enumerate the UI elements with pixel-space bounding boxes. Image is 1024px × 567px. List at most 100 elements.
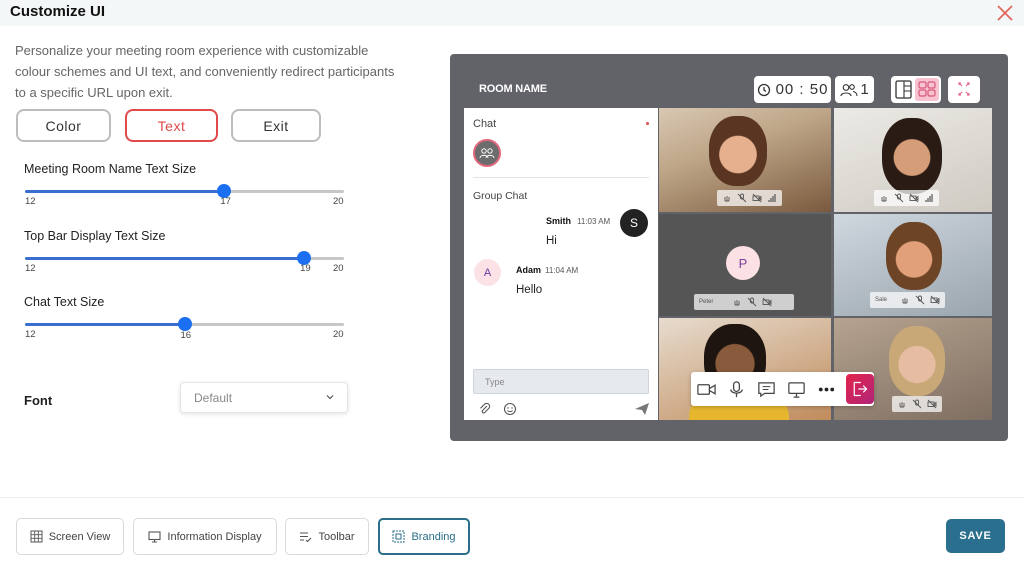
hand-icon xyxy=(902,298,908,304)
chat-title: Chat xyxy=(473,118,497,130)
leave-button[interactable] xyxy=(846,374,874,404)
hand-icon xyxy=(734,300,740,306)
chat-input[interactable]: Type xyxy=(473,369,649,394)
slider-fill xyxy=(25,257,305,260)
monitor-icon xyxy=(148,531,161,543)
top-bar-size-slider[interactable] xyxy=(25,251,344,265)
nav-screen-view[interactable]: Screen View xyxy=(16,518,124,555)
clock-icon xyxy=(757,83,770,96)
tab-color[interactable]: Color xyxy=(16,109,111,142)
nav-label: Screen View xyxy=(48,530,111,543)
group-chat-label: Group Chat xyxy=(473,190,528,202)
send-icon[interactable] xyxy=(634,402,650,416)
tile-controls xyxy=(874,190,939,206)
tab-text[interactable]: Text xyxy=(125,109,218,142)
fullscreen-button[interactable] xyxy=(948,76,980,103)
preview-room-name: ROOM NAME xyxy=(479,83,547,95)
room-name-size-slider[interactable] xyxy=(25,184,344,198)
signal-icon xyxy=(925,194,933,202)
slider-max-label: 20 xyxy=(333,329,344,340)
camera-off-icon xyxy=(762,297,772,307)
mic-off-icon xyxy=(894,193,904,203)
camera-off-icon xyxy=(752,193,762,203)
chevron-down-icon xyxy=(326,395,334,400)
slider-max-label: 20 xyxy=(333,263,344,274)
dialog-title: Customize UI xyxy=(10,3,106,20)
preview-timer: 00 : 50 xyxy=(754,76,831,103)
participant-name: Peter xyxy=(699,299,714,305)
avatar: S xyxy=(620,209,648,237)
grid-icon xyxy=(30,530,43,543)
dialog-header: Customize UI xyxy=(0,0,1024,26)
footer-divider xyxy=(0,497,1024,498)
tab-exit[interactable]: Exit xyxy=(231,109,321,142)
room-name-size-label: Meeting Room Name Text Size xyxy=(24,162,197,176)
microphone-icon[interactable] xyxy=(726,379,747,400)
camera-off-icon xyxy=(909,193,919,203)
chat-icon[interactable] xyxy=(756,379,777,400)
preview-chat-panel: Chat Group Chat Smith 11:03 AM Hi S A Ad… xyxy=(464,108,658,420)
participant-count: 1 xyxy=(835,76,874,103)
emoji-icon[interactable] xyxy=(503,402,517,416)
message-text: Hi xyxy=(546,235,557,247)
slider-value-label: 16 xyxy=(180,330,192,341)
mic-off-icon xyxy=(747,297,757,307)
slider-min-label: 12 xyxy=(25,329,36,340)
branding-icon xyxy=(392,530,405,543)
message-text: Hello xyxy=(516,284,543,296)
video-tile: Sale xyxy=(834,214,992,316)
tile-controls xyxy=(717,190,782,206)
avatar: P xyxy=(726,246,760,280)
tile-controls xyxy=(892,396,942,412)
avatar: A xyxy=(474,259,501,286)
more-icon[interactable] xyxy=(816,379,837,400)
slider-value-label: 19 xyxy=(300,263,311,274)
timer-value: 00 : 50 xyxy=(775,81,829,98)
message-time: 11:03 AM xyxy=(577,217,611,226)
nav-branding[interactable]: Branding xyxy=(378,518,470,555)
chat-text-size-slider[interactable] xyxy=(25,317,344,331)
mic-off-icon xyxy=(912,399,922,409)
chat-text-size-label: Chat Text Size xyxy=(24,295,105,309)
group-icon xyxy=(479,148,495,159)
nav-label: Toolbar xyxy=(318,530,355,543)
slider-handle[interactable] xyxy=(177,317,192,331)
attach-icon[interactable] xyxy=(478,402,492,416)
hand-icon xyxy=(899,402,905,408)
group-chat-avatar[interactable] xyxy=(473,139,501,167)
font-select-value: Default xyxy=(194,391,233,405)
font-select[interactable]: Default xyxy=(180,382,348,413)
chat-close-dot[interactable] xyxy=(646,122,649,125)
camera-off-icon xyxy=(930,295,940,305)
nav-information-display[interactable]: Information Display xyxy=(133,518,277,555)
mic-off-icon xyxy=(737,193,747,203)
close-icon[interactable] xyxy=(994,2,1016,24)
participant-count-value: 1 xyxy=(860,81,869,98)
participant-name: Sale xyxy=(875,297,888,303)
dialog-description: Personalize your meeting room experience… xyxy=(15,43,395,100)
video-tile xyxy=(659,108,831,212)
participants-icon xyxy=(840,83,858,96)
layout-toggle[interactable] xyxy=(891,76,941,103)
hand-icon xyxy=(724,196,730,202)
font-label: Font xyxy=(24,393,53,408)
camera-icon[interactable] xyxy=(696,379,717,400)
tile-controls: Sale xyxy=(870,292,945,308)
slider-fill xyxy=(25,190,225,193)
save-button[interactable]: SAVE xyxy=(946,519,1005,553)
chat-divider xyxy=(473,177,649,178)
top-bar-size-label: Top Bar Display Text Size xyxy=(24,229,166,243)
tile-controls: Peter xyxy=(694,294,794,310)
nav-toolbar[interactable]: Toolbar xyxy=(285,518,369,555)
slider-min-label: 12 xyxy=(25,196,36,207)
slider-min-label: 12 xyxy=(25,263,36,274)
list-check-icon xyxy=(300,532,312,543)
camera-off-icon xyxy=(927,399,937,409)
nav-label: Branding xyxy=(411,530,456,543)
hand-icon xyxy=(881,196,887,202)
video-tile: P Peter xyxy=(659,214,831,316)
screen-share-icon[interactable] xyxy=(786,379,807,400)
slider-value-label: 17 xyxy=(220,196,231,207)
expand-icon xyxy=(958,82,970,96)
signal-icon xyxy=(768,194,776,202)
